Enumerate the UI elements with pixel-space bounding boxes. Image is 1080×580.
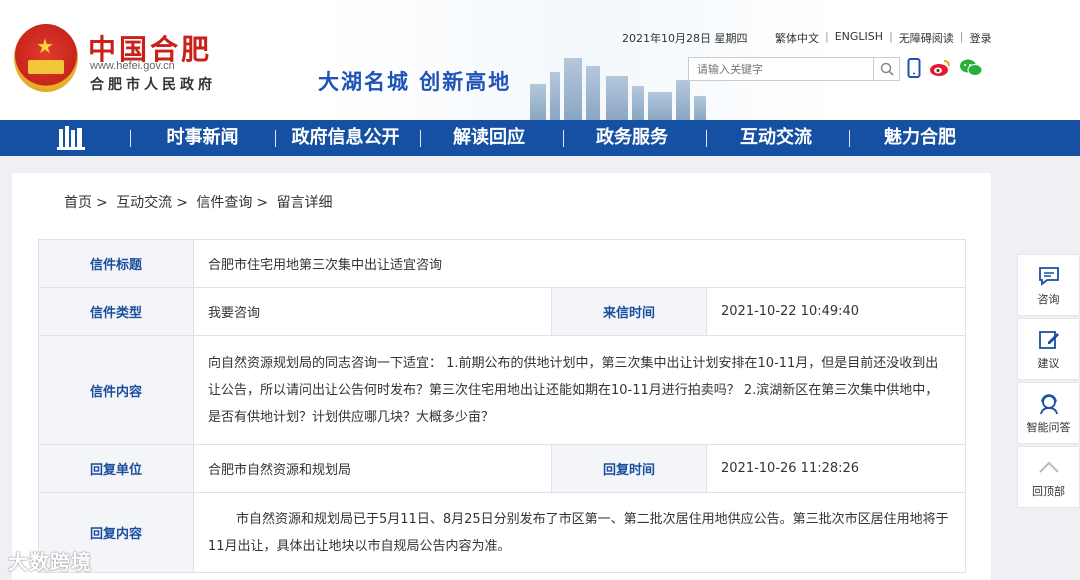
current-date: 2021年10月28日 星期四 — [622, 32, 748, 45]
breadcrumb-letter-query[interactable]: 信件查询 — [196, 195, 252, 211]
breadcrumb-interaction[interactable]: 互动交流 — [116, 195, 172, 211]
reply-time-value: 2021-10-26 11:28:26 — [706, 444, 966, 493]
top-links: 繁体中文 | ENGLISH | 无障碍阅读 | 登录 — [775, 30, 992, 46]
main-nav: 时事新闻 政府信息公开 解读回应 政务服务 互动交流 魅力合肥 — [0, 120, 1080, 156]
sidebar-consult-button[interactable]: 咨询 — [1017, 254, 1080, 316]
nav-item-gov-info[interactable]: 政府信息公开 — [283, 120, 408, 156]
nav-separator — [275, 130, 276, 147]
breadcrumb: 首页 > 互动交流 > 信件查询 > 留言详细 — [64, 195, 333, 211]
edit-icon — [1038, 330, 1059, 349]
link-accessibility[interactable]: 无障碍阅读 — [899, 30, 954, 46]
sidebar-suggest-label: 建议 — [1037, 356, 1060, 370]
letter-type-label: 信件类型 — [38, 287, 194, 336]
sidebar-suggest-button[interactable]: 建议 — [1017, 318, 1080, 380]
nav-separator — [563, 130, 564, 147]
chat-bubble-icon — [1038, 266, 1059, 286]
main-content: 首页 > 互动交流 > 信件查询 > 留言详细 信件标题 合肥市住宅用地第三次集中出让… — [12, 173, 991, 580]
customer-service-icon — [1039, 393, 1058, 414]
nav-separator — [420, 130, 421, 147]
nav-home-icon[interactable] — [57, 126, 85, 150]
breadcrumb-current: 留言详细 — [276, 195, 333, 211]
letter-type-value: 我要咨询 — [193, 287, 552, 336]
sidebar-ai-qa-button[interactable]: 智能问答 — [1017, 382, 1080, 444]
nav-separator — [130, 130, 131, 147]
nav-item-services[interactable]: 政务服务 — [576, 120, 688, 156]
reply-unit-label: 回复单位 — [38, 444, 194, 493]
nav-separator — [706, 130, 707, 147]
chevron-up-icon — [1038, 461, 1059, 473]
mobile-icon[interactable] — [907, 58, 921, 82]
letter-content-label: 信件内容 — [38, 335, 194, 445]
nav-separator — [849, 130, 850, 147]
nav-item-charm-hefei[interactable]: 魅力合肥 — [864, 120, 976, 156]
search-box — [688, 57, 900, 81]
nav-item-news[interactable]: 时事新闻 — [145, 120, 260, 156]
city-skyline-image — [520, 50, 710, 120]
sidebar-back-to-top-button[interactable]: 回顶部 — [1017, 446, 1080, 508]
link-traditional-chinese[interactable]: 繁体中文 — [775, 30, 819, 46]
letter-title-label: 信件标题 — [38, 239, 194, 288]
nav-item-interpretation[interactable]: 解读回应 — [433, 120, 545, 156]
sidebar-consult-label: 咨询 — [1037, 292, 1060, 306]
sidebar-back-to-top-label: 回顶部 — [1032, 484, 1065, 498]
site-url: www.hefei.gov.cn — [90, 60, 175, 72]
search-input[interactable] — [689, 58, 875, 80]
search-icon[interactable] — [873, 58, 899, 80]
weibo-icon[interactable] — [929, 59, 951, 81]
letter-title-value: 合肥市住宅用地第三次集中出让适宜咨询 — [193, 239, 966, 288]
breadcrumb-home[interactable]: 首页 — [64, 195, 92, 211]
link-english[interactable]: ENGLISH — [835, 30, 883, 46]
slogan: 大湖名城 创新高地 — [318, 70, 512, 94]
reply-time-label: 回复时间 — [551, 444, 707, 493]
watermark: 大数跨境 — [8, 550, 92, 574]
social-links — [907, 58, 983, 82]
sidebar-ai-qa-label: 智能问答 — [1026, 420, 1071, 434]
reply-content-value: 市自然资源和规划局已于5月11日、8月25日分别发布了市区第一、第二批次居住用地… — [193, 492, 966, 573]
floating-sidebar: 咨询 建议 智能问答 回顶部 — [1017, 254, 1080, 510]
nav-item-interaction[interactable]: 互动交流 — [720, 120, 832, 156]
reply-unit-value: 合肥市自然资源和规划局 — [193, 444, 552, 493]
national-emblem-icon: ★ — [14, 24, 78, 92]
site-header: ★ 中国合肥 www.hefei.gov.cn 合肥市人民政府 大湖名城 创新高… — [0, 0, 1080, 120]
letter-time-label: 来信时间 — [551, 287, 707, 336]
letter-content-value: 向自然资源规划局的同志咨询一下适宜： 1.前期公布的供地计划中，第三次集中出让计… — [193, 335, 966, 445]
wechat-icon[interactable] — [959, 58, 983, 82]
site-subtitle: 合肥市人民政府 — [90, 77, 216, 93]
link-login[interactable]: 登录 — [970, 30, 992, 46]
letter-time-value: 2021-10-22 10:49:40 — [706, 287, 966, 336]
letter-detail-table: 信件标题 合肥市住宅用地第三次集中出让适宜咨询 信件类型 我要咨询 来信时间 2… — [38, 239, 966, 573]
